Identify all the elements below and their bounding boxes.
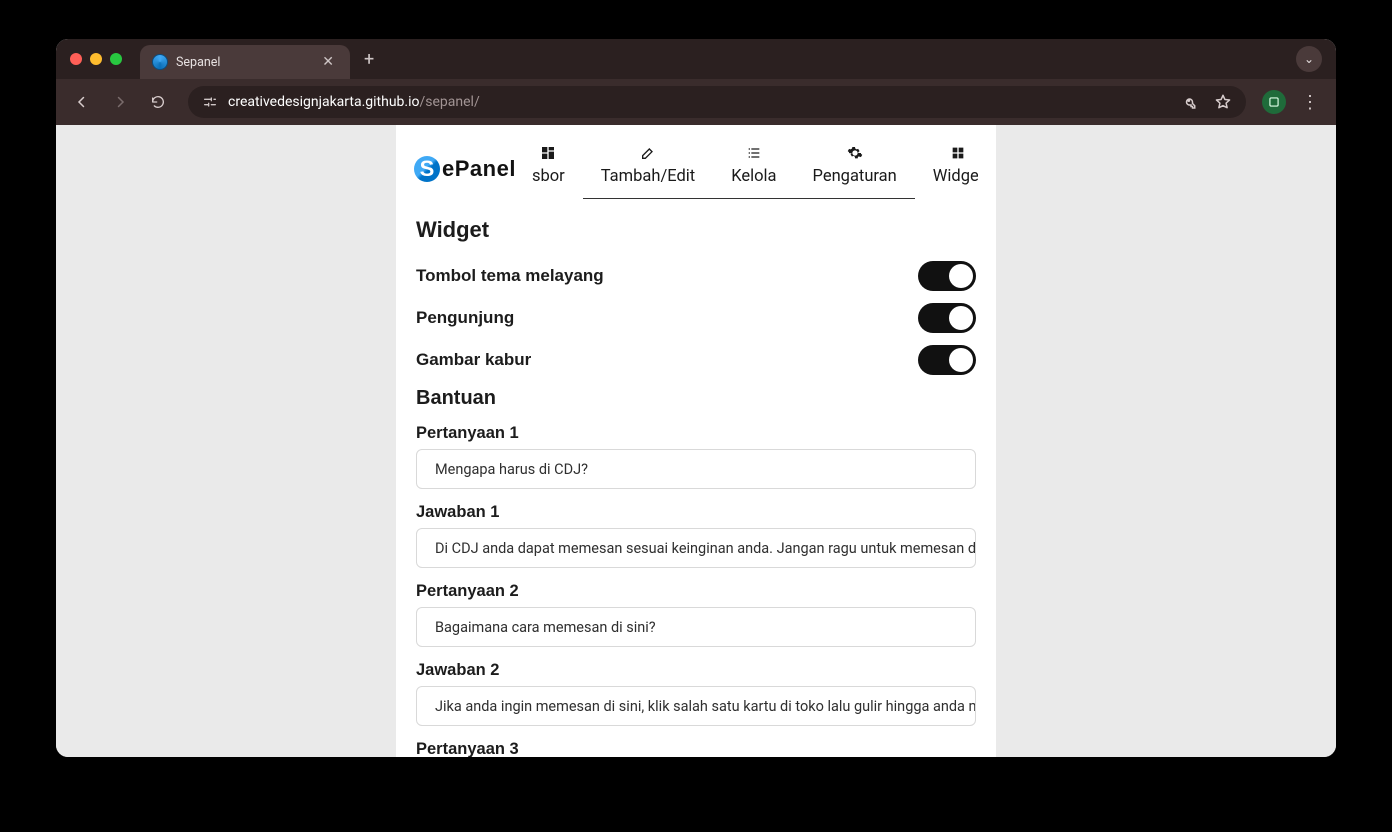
toolbar: creativedesignjakarta.github.io/sepanel/… — [56, 79, 1336, 125]
browser-tab[interactable]: Sepanel ✕ — [140, 45, 350, 79]
nav-label: Widget — [933, 167, 978, 186]
setting-label: Pengunjung — [416, 308, 514, 328]
toggle-knob — [949, 264, 973, 288]
grid-icon — [950, 145, 966, 161]
new-tab-button[interactable]: + — [350, 49, 388, 70]
reload-button[interactable] — [144, 88, 172, 116]
window-controls — [70, 53, 122, 65]
app-logo: S ePanel — [414, 156, 516, 182]
maximize-window-icon[interactable] — [110, 53, 122, 65]
forward-button[interactable] — [106, 88, 134, 116]
tab-title: Sepanel — [176, 55, 310, 70]
logo-mark-icon: S — [414, 156, 440, 182]
field-label-j2: Jawaban 2 — [416, 661, 976, 680]
toggle-pengunjung[interactable] — [918, 303, 976, 333]
extension-badge[interactable] — [1262, 90, 1286, 114]
nav-item-dasbor[interactable]: sbor — [532, 139, 583, 199]
field-label-p3: Pertanyaan 3 — [416, 740, 976, 757]
nav-label: Tambah/Edit — [601, 167, 695, 186]
close-window-icon[interactable] — [70, 53, 82, 65]
tabs-dropdown-button[interactable]: ⌄ — [1296, 46, 1322, 72]
close-tab-icon[interactable]: ✕ — [318, 54, 338, 70]
bantuan-section-title: Bantuan — [416, 387, 976, 410]
toggle-tombol-tema[interactable] — [918, 261, 976, 291]
nav-label: sbor — [532, 167, 565, 186]
content: Widget Tombol tema melayang Pengunjung G… — [396, 199, 996, 757]
browser-window: Sepanel ✕ + ⌄ creativedesignjakarta.gith… — [56, 39, 1336, 757]
widget-section-title: Widget — [416, 217, 976, 243]
setting-row-gambar-kabur: Gambar kabur — [416, 339, 976, 381]
back-button[interactable] — [68, 88, 96, 116]
input-jawaban-2[interactable]: Jika anda ingin memesan di sini, klik sa… — [416, 686, 976, 726]
nav-item-tambah-edit[interactable]: Tambah/Edit — [583, 139, 713, 199]
nav-label: Kelola — [731, 167, 776, 186]
setting-label: Tombol tema melayang — [416, 266, 604, 286]
address-bar[interactable]: creativedesignjakarta.github.io/sepanel/ — [188, 86, 1246, 118]
favicon-icon — [152, 54, 168, 70]
star-icon[interactable] — [1214, 93, 1232, 111]
site-info-icon[interactable] — [202, 94, 218, 110]
list-icon — [746, 145, 762, 161]
extension-icon — [1267, 95, 1281, 109]
field-label-p2: Pertanyaan 2 — [416, 582, 976, 601]
nav-item-widget[interactable]: Widget — [915, 139, 978, 199]
url-text: creativedesignjakarta.github.io/sepanel/ — [228, 94, 1172, 110]
toggle-knob — [949, 306, 973, 330]
dashboard-icon — [540, 145, 556, 161]
gear-icon — [847, 145, 863, 161]
nav-item-pengaturan[interactable]: Pengaturan — [795, 139, 915, 199]
arrow-left-icon — [73, 93, 91, 111]
toggle-knob — [949, 348, 973, 372]
input-pertanyaan-2[interactable]: Bagaimana cara memesan di sini? — [416, 607, 976, 647]
setting-label: Gambar kabur — [416, 350, 531, 370]
setting-row-pengunjung: Pengunjung — [416, 297, 976, 339]
arrow-right-icon — [111, 93, 129, 111]
input-pertanyaan-1[interactable]: Mengapa harus di CDJ? — [416, 449, 976, 489]
app-header: S ePanel sbor Tambah/Edit Kelola — [396, 125, 996, 199]
page: S ePanel sbor Tambah/Edit Kelola — [396, 125, 996, 757]
edit-icon — [640, 145, 656, 161]
viewport: S ePanel sbor Tambah/Edit Kelola — [56, 125, 1336, 757]
toggle-gambar-kabur[interactable] — [918, 345, 976, 375]
titlebar: Sepanel ✕ + ⌄ — [56, 39, 1336, 79]
nav-item-kelola[interactable]: Kelola — [713, 139, 794, 199]
setting-row-tombol-tema: Tombol tema melayang — [416, 255, 976, 297]
input-jawaban-1[interactable]: Di CDJ anda dapat memesan sesuai keingin… — [416, 528, 976, 568]
reload-icon — [150, 94, 166, 110]
browser-menu-button[interactable]: ⋮ — [1296, 88, 1324, 116]
field-label-p1: Pertanyaan 1 — [416, 424, 976, 443]
key-icon[interactable] — [1182, 93, 1200, 111]
tune-icon — [202, 94, 218, 110]
tab-strip: Sepanel ✕ + — [140, 39, 1296, 79]
logo-text: ePanel — [442, 156, 516, 182]
minimize-window-icon[interactable] — [90, 53, 102, 65]
nav-label: Pengaturan — [813, 167, 897, 186]
top-nav: sbor Tambah/Edit Kelola Pengaturan — [532, 139, 978, 199]
field-label-j1: Jawaban 1 — [416, 503, 976, 522]
